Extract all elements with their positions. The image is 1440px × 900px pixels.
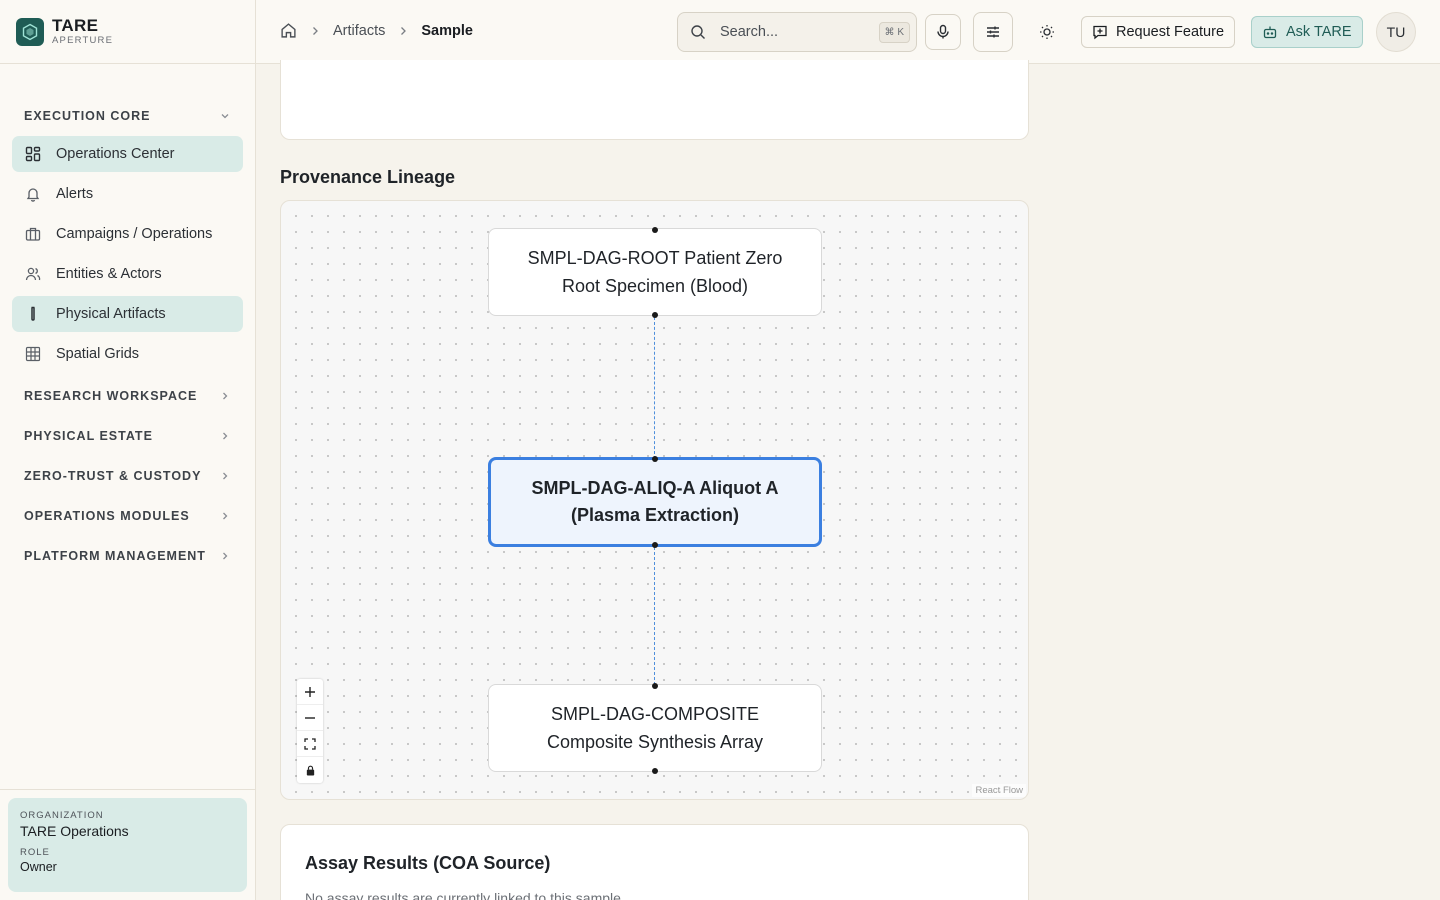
chevron-right-icon [223, 512, 228, 520]
section-platform-management[interactable]: PLATFORM MANAGEMENT [0, 536, 255, 576]
react-flow-attribution[interactable]: React Flow [972, 784, 1026, 797]
zoom-out-button[interactable] [297, 705, 323, 731]
microphone-icon [937, 24, 949, 39]
microphone-button[interactable] [925, 14, 961, 50]
briefcase-icon [24, 225, 42, 243]
chevron-down-icon [221, 114, 229, 119]
fit-view-icon [304, 737, 316, 750]
dashboard-icon [24, 145, 42, 163]
section-zero-trust-custody[interactable]: ZERO-TRUST & CUSTODY [0, 456, 255, 496]
sidebar: TARE APERTURE EXECUTION CORE Operations … [0, 0, 256, 900]
section-label: PHYSICAL ESTATE [24, 429, 153, 443]
sidebar-item-label: Entities & Actors [56, 266, 162, 282]
ask-tare-button[interactable]: Ask TARE [1251, 16, 1363, 48]
node-handle[interactable] [652, 312, 658, 318]
sidebar-item-spatial-grids[interactable]: Spatial Grids [12, 336, 243, 372]
chevron-right-icon [397, 25, 409, 37]
role-value: Owner [20, 860, 57, 874]
lineage-graph[interactable]: SMPL-DAG-ROOT Patient Zero Root Specimen… [280, 200, 1029, 800]
section-label: OPERATIONS MODULES [24, 509, 190, 523]
node-handle[interactable] [652, 456, 658, 462]
sidebar-item-label: Operations Center [56, 146, 175, 162]
section-research-workspace[interactable]: RESEARCH WORKSPACE [0, 376, 255, 416]
node-handle[interactable] [652, 768, 658, 774]
chevron-right-icon [223, 392, 228, 400]
brand[interactable]: TARE APERTURE [0, 0, 255, 64]
org-label: ORGANIZATION [20, 810, 104, 821]
sidebar-item-label: Spatial Grids [56, 346, 140, 362]
breadcrumb: Artifacts Sample [280, 22, 473, 39]
topbar: Artifacts Sample Search... ⌘ K Request F… [256, 0, 1440, 64]
section-label: RESEARCH WORKSPACE [24, 389, 198, 403]
sidebar-item-entities[interactable]: Entities & Actors [12, 256, 243, 292]
zoom-in-button[interactable] [297, 679, 323, 705]
graph-edge [654, 317, 655, 459]
graph-node-selected[interactable]: SMPL-DAG-ALIQ-A Aliquot A (Plasma Extrac… [488, 457, 822, 547]
fit-view-button[interactable] [297, 731, 323, 757]
chevron-right-icon [223, 552, 228, 560]
home-icon[interactable] [280, 22, 297, 39]
sidebar-item-alerts[interactable]: Alerts [12, 176, 243, 212]
section-execution-core[interactable]: EXECUTION CORE [0, 96, 255, 136]
assay-results-panel: Assay Results (COA Source) No assay resu… [280, 824, 1029, 900]
tare-logo-icon [16, 17, 44, 46]
sidebar-item-label: Alerts [56, 186, 94, 202]
lock-button[interactable] [297, 757, 323, 783]
divider [0, 789, 255, 790]
assay-empty-text: No assay results are currently linked to… [305, 890, 625, 900]
breadcrumb-artifacts[interactable]: Artifacts [333, 23, 385, 39]
bot-icon [1262, 24, 1278, 40]
ask-tare-label: Ask TARE [1286, 24, 1352, 40]
node-handle[interactable] [652, 542, 658, 548]
sidebar-item-label: Campaigns / Operations [56, 226, 213, 242]
graph-node[interactable]: SMPL-DAG-ROOT Patient Zero Root Specimen… [488, 228, 822, 316]
organization-card[interactable]: ORGANIZATION TARE Operations ROLE Owner [8, 798, 247, 892]
search-input[interactable]: Search... ⌘ K [677, 12, 917, 52]
details-panel [280, 60, 1029, 140]
test-tube-icon [24, 305, 42, 323]
section-title: Provenance Lineage [280, 167, 456, 187]
role-label: ROLE [20, 847, 50, 858]
users-icon [24, 265, 42, 283]
grid-icon [24, 345, 42, 363]
section-label: ZERO-TRUST & CUSTODY [24, 469, 202, 483]
brand-title: TARE [52, 15, 99, 35]
sliders-icon [987, 26, 999, 38]
sidebar-item-physical-artifacts[interactable]: Physical Artifacts [12, 296, 243, 332]
request-feature-button[interactable]: Request Feature [1081, 16, 1236, 48]
assay-title: Assay Results (COA Source) [305, 853, 551, 873]
search-placeholder: Search... [720, 24, 779, 40]
filters-button[interactable] [973, 12, 1013, 52]
node-handle[interactable] [652, 227, 658, 233]
sidebar-nav: EXECUTION CORE Operations Center Alerts … [0, 64, 255, 576]
chevron-right-icon [223, 432, 228, 440]
node-handle[interactable] [652, 683, 658, 689]
search-shortcut: ⌘ K [878, 22, 910, 43]
bell-icon [24, 185, 42, 203]
request-feature-label: Request Feature [1116, 24, 1225, 40]
graph-edge [654, 547, 655, 685]
section-operations-modules[interactable]: OPERATIONS MODULES [0, 496, 255, 536]
section-label: PLATFORM MANAGEMENT [24, 549, 206, 563]
avatar[interactable]: TU [1376, 12, 1416, 52]
chevron-right-icon [309, 25, 321, 37]
section-label: EXECUTION CORE [24, 109, 151, 123]
breadcrumb-current: Sample [421, 22, 473, 39]
graph-node[interactable]: SMPL-DAG-COMPOSITE Composite Synthesis A… [488, 684, 822, 772]
minus-icon [305, 716, 315, 719]
section-physical-estate[interactable]: PHYSICAL ESTATE [0, 416, 255, 456]
chevron-right-icon [223, 472, 228, 480]
search-icon [691, 25, 705, 39]
graph-controls [297, 679, 323, 783]
sidebar-item-campaigns[interactable]: Campaigns / Operations [12, 216, 243, 252]
sidebar-item-label: Physical Artifacts [56, 306, 166, 322]
lock-icon [306, 765, 314, 776]
theme-toggle-button[interactable] [1029, 14, 1065, 50]
org-name: TARE Operations [20, 823, 129, 839]
brand-subtitle: APERTURE [52, 34, 114, 46]
plus-icon [305, 686, 315, 697]
message-plus-icon [1092, 24, 1108, 40]
sidebar-item-operations-center[interactable]: Operations Center [12, 136, 243, 172]
sun-icon [1040, 25, 1054, 39]
